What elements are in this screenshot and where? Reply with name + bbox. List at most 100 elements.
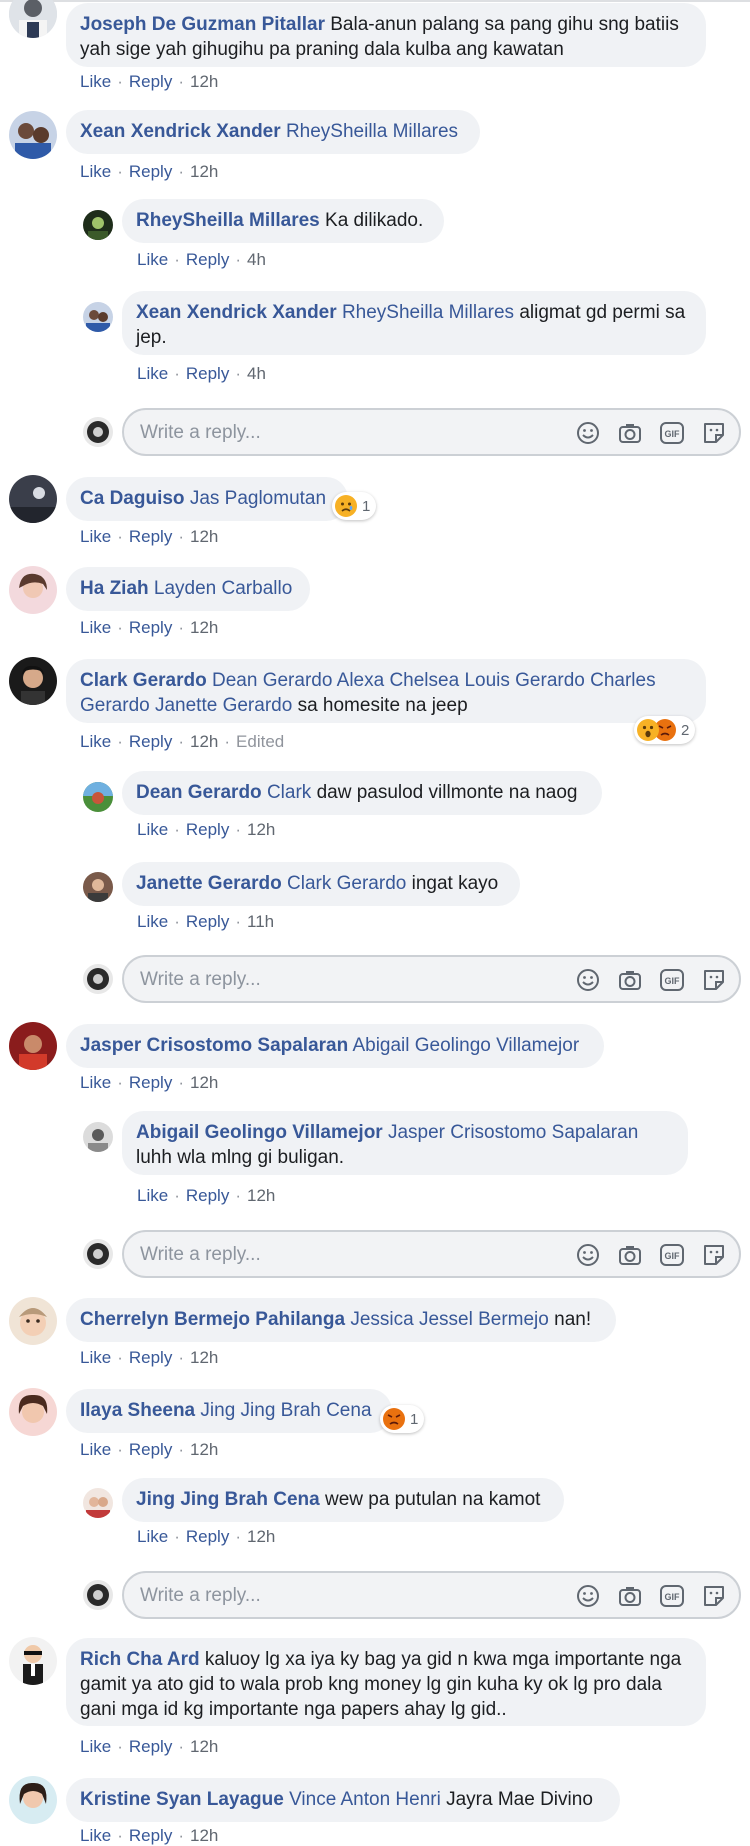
timestamp[interactable]: 12h: [190, 732, 218, 751]
commenter-name[interactable]: Ha Ziah: [80, 578, 149, 599]
commenter-name[interactable]: Jing Jing Brah Cena: [136, 1489, 320, 1510]
reply-link[interactable]: Reply: [186, 1186, 229, 1205]
sticker-icon[interactable]: [701, 1583, 727, 1609]
timestamp[interactable]: 12h: [190, 162, 218, 181]
reply-link[interactable]: Reply: [129, 618, 172, 637]
timestamp[interactable]: 11h: [247, 912, 274, 931]
commenter-name[interactable]: Dean Gerardo: [136, 782, 262, 803]
reply-link[interactable]: Reply: [186, 820, 229, 839]
gif-icon[interactable]: GIF: [659, 1242, 685, 1268]
timestamp[interactable]: 12h: [190, 1737, 218, 1756]
tagged-users[interactable]: RheySheilla Millares: [286, 121, 458, 142]
reply-composer[interactable]: GIF: [122, 955, 741, 1003]
reply-composer[interactable]: GIF: [122, 1230, 741, 1278]
avatar[interactable]: [9, 657, 57, 705]
timestamp[interactable]: 12h: [190, 1348, 218, 1367]
tagged-users[interactable]: Jing Jing Brah Cena: [200, 1400, 371, 1421]
reply-link[interactable]: Reply: [129, 1826, 172, 1845]
like-link[interactable]: Like: [80, 618, 111, 637]
timestamp[interactable]: 12h: [190, 72, 218, 91]
avatar[interactable]: [83, 1488, 113, 1518]
avatar[interactable]: [9, 566, 57, 614]
timestamp[interactable]: 12h: [190, 618, 218, 637]
commenter-name[interactable]: Janette Gerardo: [136, 873, 282, 894]
commenter-name[interactable]: Abigail Geolingo Villamejor: [136, 1122, 383, 1143]
reply-link[interactable]: Reply: [186, 1527, 229, 1546]
timestamp[interactable]: 12h: [190, 527, 218, 546]
like-link[interactable]: Like: [80, 1737, 111, 1756]
camera-icon[interactable]: [617, 967, 643, 993]
commenter-name[interactable]: Joseph De Guzman Pitallar: [80, 14, 325, 35]
timestamp[interactable]: 12h: [247, 820, 275, 839]
reply-link[interactable]: Reply: [186, 364, 229, 383]
gif-icon[interactable]: GIF: [659, 420, 685, 446]
avatar[interactable]: [9, 0, 57, 38]
timestamp[interactable]: 12h: [247, 1527, 275, 1546]
reply-input[interactable]: [138, 1582, 542, 1610]
commenter-name[interactable]: Ca Daguiso: [80, 488, 185, 509]
commenter-name[interactable]: Xean Xendrick Xander: [136, 302, 337, 323]
reply-link[interactable]: Reply: [129, 1737, 172, 1756]
commenter-name[interactable]: Clark Gerardo: [80, 670, 207, 691]
gif-icon[interactable]: GIF: [659, 967, 685, 993]
avatar[interactable]: [83, 782, 113, 812]
gif-icon[interactable]: GIF: [659, 1583, 685, 1609]
like-link[interactable]: Like: [80, 1348, 111, 1367]
reply-composer[interactable]: GIF: [122, 408, 741, 456]
like-link[interactable]: Like: [137, 1527, 168, 1546]
commenter-name[interactable]: Kristine Syan Layague: [80, 1789, 284, 1810]
smiley-icon[interactable]: [575, 1583, 601, 1609]
reaction-summary[interactable]: 1: [380, 1405, 425, 1433]
sticker-icon[interactable]: [701, 967, 727, 993]
avatar[interactable]: [9, 1297, 57, 1345]
reply-composer[interactable]: GIF: [122, 1571, 741, 1619]
commenter-name[interactable]: Cherrelyn Bermejo Pahilanga: [80, 1309, 345, 1330]
sticker-icon[interactable]: [701, 420, 727, 446]
reaction-summary[interactable]: 1: [332, 492, 377, 520]
like-link[interactable]: Like: [80, 732, 111, 751]
timestamp[interactable]: 12h: [190, 1440, 218, 1459]
timestamp[interactable]: 4h: [247, 250, 266, 269]
reaction-summary[interactable]: 2: [634, 716, 696, 744]
edited-label[interactable]: Edited: [236, 732, 284, 751]
tagged-users[interactable]: RheySheilla Millares: [342, 302, 514, 323]
reply-input[interactable]: [138, 1241, 542, 1269]
commenter-name[interactable]: Xean Xendrick Xander: [80, 121, 281, 142]
tagged-users[interactable]: Clark Gerardo: [287, 873, 406, 894]
smiley-icon[interactable]: [575, 1242, 601, 1268]
reply-link[interactable]: Reply: [129, 527, 172, 546]
commenter-name[interactable]: Ilaya Sheena: [80, 1400, 195, 1421]
smiley-icon[interactable]: [575, 967, 601, 993]
reply-link[interactable]: Reply: [129, 1348, 172, 1367]
reply-input[interactable]: [138, 419, 542, 447]
reply-link[interactable]: Reply: [129, 162, 172, 181]
avatar[interactable]: [9, 1637, 57, 1685]
reply-link[interactable]: Reply: [186, 912, 229, 931]
reply-link[interactable]: Reply: [129, 1440, 172, 1459]
tagged-users[interactable]: Jas Paglomutan: [190, 488, 326, 509]
tagged-users[interactable]: Vince Anton Henri: [289, 1789, 441, 1810]
avatar[interactable]: [83, 872, 113, 902]
tagged-users[interactable]: Layden Carballo: [154, 578, 292, 599]
camera-icon[interactable]: [617, 1242, 643, 1268]
like-link[interactable]: Like: [137, 364, 168, 383]
like-link[interactable]: Like: [80, 1440, 111, 1459]
sticker-icon[interactable]: [701, 1242, 727, 1268]
avatar[interactable]: [9, 475, 57, 523]
reply-input[interactable]: [138, 966, 542, 994]
smiley-icon[interactable]: [575, 420, 601, 446]
commenter-name[interactable]: Jasper Crisostomo Sapalaran: [80, 1035, 348, 1056]
timestamp[interactable]: 12h: [247, 1186, 275, 1205]
like-link[interactable]: Like: [137, 1186, 168, 1205]
tagged-users[interactable]: Jasper Crisostomo Sapalaran: [388, 1122, 638, 1143]
avatar[interactable]: [83, 210, 113, 240]
tagged-users[interactable]: Jessica Jessel Bermejo: [350, 1309, 549, 1330]
timestamp[interactable]: 12h: [190, 1826, 218, 1845]
avatar[interactable]: [9, 1776, 57, 1824]
like-link[interactable]: Like: [137, 820, 168, 839]
like-link[interactable]: Like: [137, 250, 168, 269]
avatar[interactable]: [9, 1388, 57, 1436]
camera-icon[interactable]: [617, 420, 643, 446]
like-link[interactable]: Like: [80, 1826, 111, 1845]
timestamp[interactable]: 4h: [247, 364, 266, 383]
